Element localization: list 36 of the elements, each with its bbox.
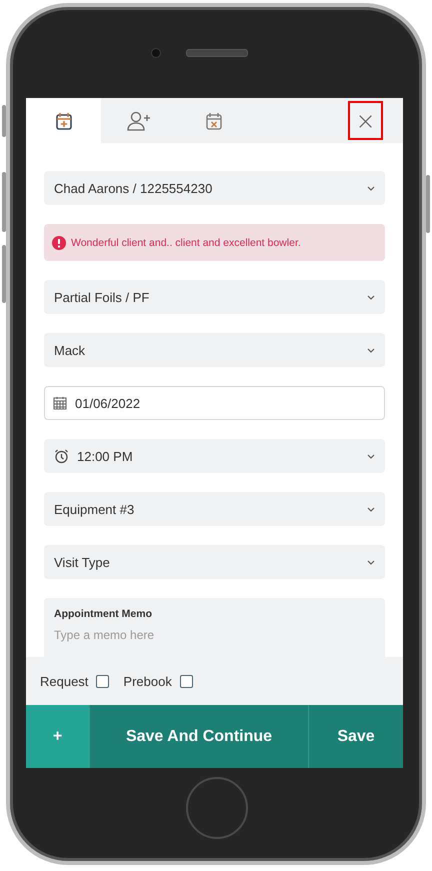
- camera-icon: [151, 48, 161, 58]
- side-key: [426, 175, 430, 233]
- checkbox-label: Request: [40, 674, 88, 688]
- tab[interactable]: [26, 98, 101, 143]
- side-key: [2, 105, 6, 137]
- save-button[interactable]: Save: [308, 705, 403, 768]
- warning-icon: [52, 236, 66, 250]
- side-key: [2, 245, 6, 303]
- calendar-icon: [53, 396, 67, 410]
- calendar-plus-icon: [56, 112, 72, 130]
- dropdown[interactable]: Mack: [44, 333, 385, 367]
- chevron-down-icon: [367, 454, 375, 458]
- close-button[interactable]: ×: [348, 101, 383, 140]
- chevron-down-icon: [367, 506, 375, 512]
- speaker-grille: [186, 49, 248, 57]
- chevron-down-icon: [367, 348, 375, 352]
- chevron-down-icon: [367, 186, 375, 190]
- dropdown[interactable]: Visit Type: [44, 545, 385, 579]
- chevron-down-icon: [367, 294, 375, 300]
- memo-card: Appointment Memo Type a memo here: [44, 598, 385, 657]
- dropdown[interactable]: Partial Foils / PF: [44, 280, 385, 314]
- checkbox-label: Prebook: [123, 674, 172, 688]
- checkbox[interactable]: [96, 674, 110, 688]
- date-field[interactable]: 01/06/2022: [44, 386, 385, 420]
- alarm-clock-icon: [54, 448, 69, 464]
- alert-text: Wonderful client and.. client and excellent bowler.: [71, 236, 301, 248]
- dropdown[interactable]: Equipment #3: [44, 492, 385, 526]
- calendar-x-icon: [206, 112, 222, 130]
- side-key: [2, 172, 6, 232]
- time-dropdown[interactable]: 12:00 PM: [44, 439, 385, 473]
- person-plus-icon: [126, 110, 150, 130]
- save-button[interactable]: Save And Continue: [89, 705, 308, 768]
- chevron-down-icon: [367, 560, 375, 564]
- memo-input[interactable]: Type a memo here: [54, 628, 375, 646]
- checkbox[interactable]: [180, 674, 193, 688]
- dropdown[interactable]: Chad Aarons / 1225554230: [44, 171, 385, 205]
